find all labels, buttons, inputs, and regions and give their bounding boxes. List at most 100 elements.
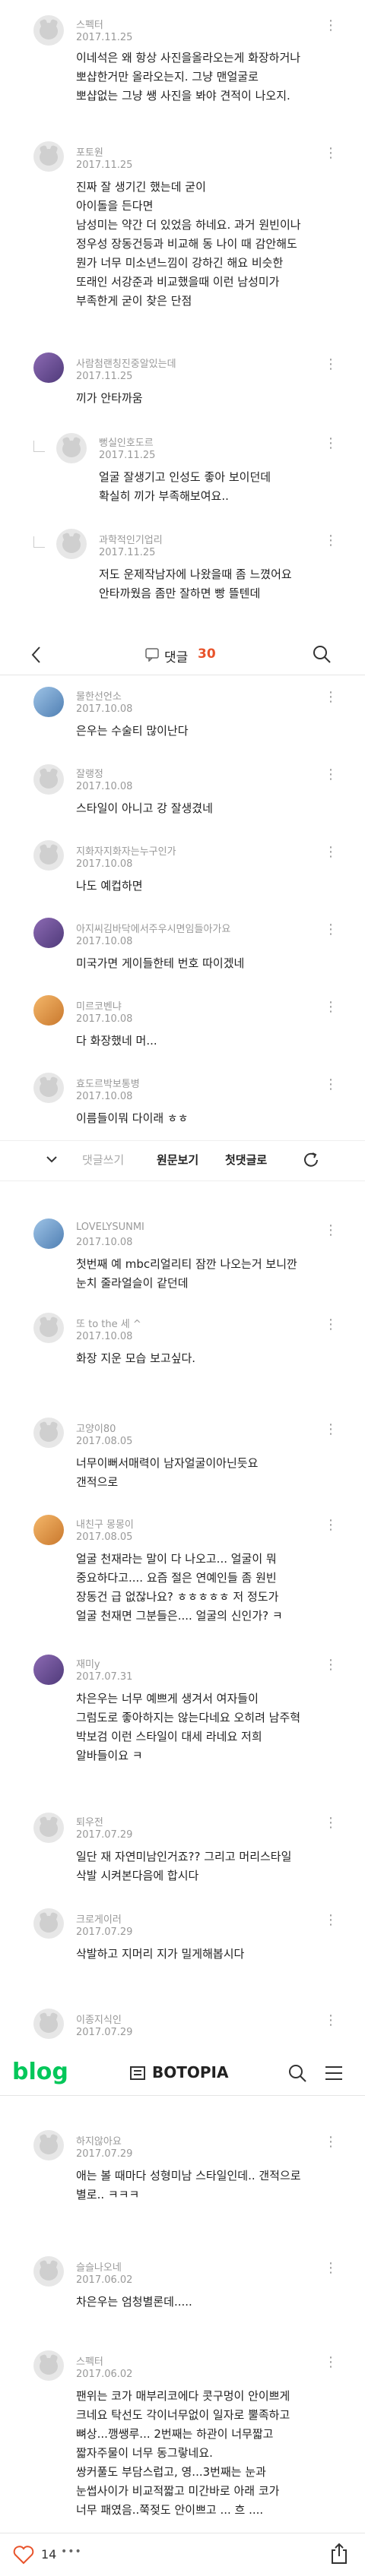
search-icon — [313, 646, 331, 663]
more-icon[interactable]: ⋮ — [324, 1656, 338, 1674]
more-icon[interactable]: ⋮ — [324, 843, 338, 861]
menu-button[interactable] — [324, 2065, 344, 2081]
avatar[interactable] — [33, 918, 64, 948]
comment-author[interactable]: 이종지식인 — [76, 2012, 122, 2026]
chevron-down-icon[interactable] — [44, 1152, 59, 1167]
avatar[interactable] — [33, 1655, 64, 1685]
comment-date: 2017.08.05 — [76, 1436, 133, 1447]
more-icon[interactable]: ⋮ — [324, 2353, 338, 2372]
more-icon[interactable]: ⋮ — [324, 1911, 338, 1930]
more-icon[interactable]: ⋮ — [324, 1076, 338, 1094]
more-icon[interactable]: ⋮ — [324, 2012, 338, 2030]
comment-author[interactable]: 재미y — [76, 1656, 100, 1670]
more-icon[interactable]: ⋮ — [324, 1421, 338, 1439]
avatar[interactable] — [33, 2256, 64, 2287]
comment-author[interactable]: 스펙터 — [76, 2353, 103, 2368]
comment-date: 2017.10.08 — [76, 1331, 133, 1342]
comment-author[interactable]: 미르코벤냐 — [76, 998, 122, 1013]
comment-author[interactable]: 효도르박보통병 — [76, 1076, 140, 1090]
comment-author[interactable]: 사람첨랜칭진중알있는데 — [76, 356, 176, 370]
view-original-button[interactable]: 원문보기 — [157, 1152, 198, 1168]
avatar[interactable] — [33, 2130, 64, 2160]
heart-icon — [13, 2546, 34, 2565]
comment-text: 진짜 잘 생기긴 했는데 굳이 아이돌을 든다면 남성미는 약간 더 있었음 하… — [76, 180, 301, 308]
more-icon[interactable]: ⋮ — [324, 1516, 338, 1535]
back-button[interactable] — [29, 644, 44, 665]
comment-author[interactable]: 크로게이러 — [76, 1911, 122, 1926]
more-icon[interactable]: ⋮ — [324, 356, 338, 374]
search-button[interactable] — [287, 2063, 307, 2083]
comment-author[interactable]: 슬슬나오네 — [76, 2259, 122, 2274]
comment-author[interactable]: 물한선언소 — [76, 688, 122, 703]
avatar[interactable] — [33, 1073, 64, 1103]
comment-author[interactable]: 과학적인기업리 — [99, 532, 163, 546]
avatar[interactable] — [33, 1515, 64, 1545]
more-icon[interactable]: ⋮ — [324, 435, 338, 453]
comment-author[interactable]: 아지씨김바닥에서주우시면임들아가요 — [76, 921, 230, 935]
avatar[interactable] — [33, 1218, 64, 1249]
comment-author[interactable]: 내친구 몽몽이 — [76, 1516, 134, 1531]
more-icon[interactable]: ⋮ — [324, 688, 338, 706]
comment-date: 2017.11.25 — [99, 547, 156, 558]
reply-arrow-icon — [33, 536, 45, 548]
avatar[interactable] — [33, 352, 64, 383]
comment-text: 팬위는 코가 매부리코에다 콧구멍이 안이쁘게 크네요 탁선도 각이너무없이 일… — [76, 2389, 290, 2517]
more-icon[interactable]: ⋮ — [324, 532, 338, 550]
comment-author[interactable]: 스펙터 — [76, 17, 103, 31]
comment-author[interactable]: 고양이80 — [76, 1421, 116, 1435]
search-button[interactable] — [312, 644, 332, 664]
comment-author[interactable]: 하지않아요 — [76, 2133, 122, 2148]
comment-author[interactable]: 퇴우전 — [76, 1814, 103, 1828]
more-icon[interactable]: ⋮ — [324, 998, 338, 1016]
blog-title[interactable]: BOTOPIA — [152, 2063, 228, 2081]
avatar[interactable] — [33, 995, 64, 1026]
more-icon[interactable]: ⋮ — [324, 766, 338, 784]
write-comment-button[interactable]: 댓글쓰기 — [82, 1152, 124, 1168]
comment-header-bar: 댓글 30 — [0, 635, 365, 675]
comment-date: 2017.07.29 — [76, 2027, 133, 2038]
avatar[interactable] — [33, 141, 64, 172]
avatar[interactable] — [56, 529, 87, 559]
comment-date: 2017.07.29 — [76, 1926, 133, 1938]
avatar[interactable] — [33, 2009, 64, 2039]
more-icon[interactable]: ⋮ — [324, 2133, 338, 2151]
comment-author[interactable]: 또 to the 세 ^ — [76, 1316, 141, 1330]
refresh-button[interactable] — [301, 1150, 321, 1170]
avatar[interactable] — [33, 840, 64, 871]
more-icon[interactable]: ⋮ — [324, 17, 338, 35]
more-icon[interactable]: ⋮ — [324, 2259, 338, 2277]
blog-icon — [129, 2065, 146, 2081]
comment-author[interactable]: 뻥실인호도르 — [99, 435, 154, 449]
comment-date: 2017.06.02 — [76, 2274, 133, 2286]
comment-text: 다 화장했네 머... — [76, 1034, 157, 1048]
comment-date: 2017.10.08 — [76, 703, 133, 715]
comment-author[interactable]: LOVELYSUNMI — [76, 1222, 144, 1233]
comment-text: 애는 볼 때마다 성형미남 스타일인데.. 갠적으로 별로.. ㅋㅋㅋ — [76, 2169, 301, 2201]
blog-logo[interactable]: blog — [12, 2059, 68, 2085]
avatar[interactable] — [33, 764, 64, 795]
avatar[interactable] — [33, 687, 64, 717]
comment-date: 2017.07.31 — [76, 1671, 133, 1683]
comment-author[interactable]: 지화자지화자는누구인가 — [76, 843, 176, 858]
avatar[interactable] — [33, 1313, 64, 1343]
more-icon[interactable]: ⋮ — [324, 1814, 338, 1832]
avatar[interactable] — [33, 1908, 64, 1939]
more-dots-icon[interactable]: ••• — [61, 2546, 82, 2558]
more-icon[interactable]: ⋮ — [324, 144, 338, 163]
avatar[interactable] — [33, 1813, 64, 1843]
comment-text: 미국가면 게이들한테 번호 따이겠네 — [76, 956, 245, 970]
like-button[interactable] — [12, 2544, 35, 2565]
more-icon[interactable]: ⋮ — [324, 1316, 338, 1334]
avatar[interactable] — [56, 433, 87, 463]
hamburger-icon — [325, 2066, 342, 2080]
avatar[interactable] — [33, 1418, 64, 1448]
avatar[interactable] — [33, 15, 64, 46]
comment-text: 화장 지운 모습 보고싶다. — [76, 1351, 196, 1365]
more-icon[interactable]: ⋮ — [324, 921, 338, 939]
avatar[interactable] — [33, 2350, 64, 2381]
share-button[interactable] — [328, 2543, 350, 2565]
comment-author[interactable]: 포토원 — [76, 144, 103, 159]
more-icon[interactable]: ⋮ — [324, 1222, 338, 1240]
comment-author[interactable]: 잘랭정 — [76, 766, 103, 780]
first-comment-button[interactable]: 첫댓글로 — [225, 1152, 267, 1168]
